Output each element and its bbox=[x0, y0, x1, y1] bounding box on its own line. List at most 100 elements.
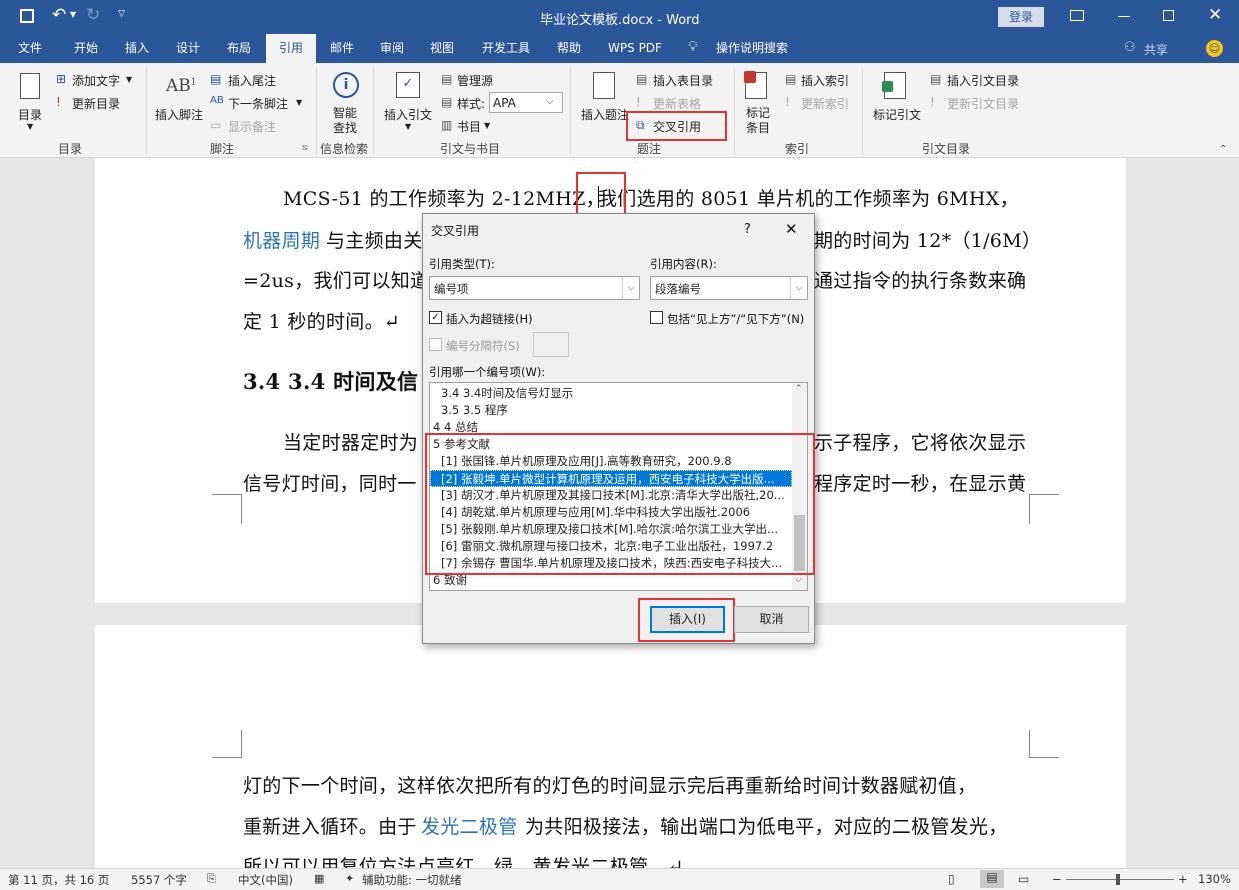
doc-heading[interactable]: 3.4 3.4 时间及信 bbox=[243, 366, 418, 396]
update-toa-button[interactable]: 更新引文目录 bbox=[947, 95, 1019, 112]
accessibility-icon[interactable]: ✦ bbox=[345, 872, 354, 885]
doc-text[interactable]: =2us，我们可以知道 bbox=[243, 266, 429, 293]
insert-toa-button[interactable]: 插入引文目录 bbox=[947, 72, 1019, 89]
hyperlink-checkbox[interactable]: ✓ bbox=[429, 311, 442, 324]
bibliography-dropdown-icon[interactable]: ▼ bbox=[484, 121, 490, 130]
zoom-level[interactable]: 130% bbox=[1198, 872, 1231, 886]
tab-layout[interactable]: 布局 bbox=[215, 34, 263, 63]
save-icon[interactable] bbox=[20, 9, 34, 23]
doc-text[interactable]: 与主频由关 bbox=[326, 226, 423, 253]
collapse-ribbon-icon[interactable]: ⌃ bbox=[1219, 144, 1227, 155]
minimize-icon[interactable] bbox=[1118, 16, 1130, 17]
doc-link[interactable]: 发光二极管 bbox=[421, 812, 518, 839]
undo-icon[interactable]: ↶ bbox=[52, 5, 66, 25]
insert-endnote-button[interactable]: 插入尾注 bbox=[228, 72, 276, 89]
ribbon-display-icon[interactable] bbox=[1070, 10, 1084, 21]
add-text-button[interactable]: 添加文字 bbox=[72, 72, 120, 89]
tab-help[interactable]: 帮助 bbox=[545, 34, 593, 63]
doc-text[interactable]: 程序定时一秒，在显示黄 bbox=[814, 469, 1026, 496]
cancel-button[interactable]: 取消 bbox=[734, 606, 809, 633]
tab-mailings[interactable]: 邮件 bbox=[318, 34, 366, 63]
doc-link[interactable]: 机器周期 bbox=[243, 226, 320, 253]
doc-text[interactable]: 为共阳极接法，输出端口为低电平，对应的二极管发光， bbox=[525, 812, 1008, 839]
list-item[interactable]: 3.4 3.4时间及信号灯显示 bbox=[430, 385, 792, 402]
tab-insert[interactable]: 插入 bbox=[113, 34, 161, 63]
mark-entry-label-2[interactable]: 条目 bbox=[746, 119, 770, 136]
insert-citation-button[interactable]: 插入引文 bbox=[384, 106, 432, 123]
tab-file[interactable]: 文件 bbox=[8, 34, 52, 63]
tab-design[interactable]: 设计 bbox=[164, 34, 212, 63]
tab-view[interactable]: 视图 bbox=[418, 34, 466, 63]
doc-text[interactable]: 我们选用的 8051 单片机的工作频率为 6MHX， bbox=[598, 184, 1019, 211]
maximize-icon[interactable] bbox=[1163, 10, 1174, 21]
read-mode-icon[interactable]: ▯ bbox=[948, 872, 955, 886]
update-index-button[interactable]: 更新索引 bbox=[801, 95, 849, 112]
footnote-dialog-launcher-icon[interactable]: ⧅ bbox=[302, 143, 308, 153]
page-count[interactable]: 第 11 页，共 16 页 bbox=[8, 872, 109, 888]
toc-dropdown-icon[interactable]: ▼ bbox=[27, 122, 33, 131]
zoom-slider[interactable] bbox=[1066, 874, 1174, 885]
tab-references[interactable]: 引用 bbox=[266, 34, 316, 63]
zoom-out-icon[interactable]: − bbox=[1052, 872, 1062, 886]
doc-text[interactable]: 信号灯时间，同时一 bbox=[243, 469, 417, 496]
bibliography-button[interactable]: 书目 bbox=[457, 118, 481, 135]
hyperlink-label[interactable]: 插入为超链接(H) bbox=[446, 311, 533, 327]
accessibility-status[interactable]: 辅助功能: 一切就绪 bbox=[362, 872, 462, 888]
doc-text[interactable]: 重新进入循环。由于 bbox=[243, 812, 417, 839]
manage-sources-button[interactable]: 管理源 bbox=[457, 72, 493, 89]
smiley-icon[interactable]: ☺ bbox=[1206, 40, 1223, 57]
toc-button[interactable]: 目录 bbox=[18, 106, 42, 123]
insert-tof-button[interactable]: 插入表目录 bbox=[653, 72, 713, 89]
doc-text[interactable]: MCS-51 的工作频率为 2-12MHZ， bbox=[283, 184, 605, 211]
update-table-button[interactable]: 更新表格 bbox=[653, 95, 701, 112]
zoom-in-icon[interactable]: + bbox=[1178, 872, 1188, 886]
print-layout-icon[interactable]: ▤ bbox=[980, 870, 1004, 888]
insert-footnote-button[interactable]: 插入脚注 bbox=[155, 106, 203, 123]
next-footnote-dropdown-icon[interactable]: ▼ bbox=[296, 98, 302, 107]
tab-developer[interactable]: 开发工具 bbox=[474, 34, 538, 63]
language[interactable]: 中文(中国) bbox=[238, 872, 293, 888]
update-toc-button[interactable]: 更新目录 bbox=[72, 95, 120, 112]
word-count[interactable]: 5557 个字 bbox=[131, 872, 187, 888]
proofing-icon[interactable]: ⎘ bbox=[207, 872, 216, 886]
doc-text[interactable]: 灯的下一个时间，这样依次把所有的灯色的时间显示完后再重新给时间计数器赋初值， bbox=[243, 771, 976, 798]
help-button[interactable]: ? bbox=[744, 222, 751, 237]
tab-review[interactable]: 审阅 bbox=[368, 34, 416, 63]
customize-qat-icon[interactable]: ▽ bbox=[118, 9, 125, 19]
doc-text[interactable]: 当定时器定时为 bbox=[283, 428, 418, 455]
above-below-checkbox[interactable] bbox=[650, 311, 663, 324]
insert-caption-button[interactable]: 插入题注 bbox=[581, 106, 629, 123]
tab-wps-pdf[interactable]: WPS PDF bbox=[600, 34, 670, 63]
ref-type-select[interactable]: 编号项 ⌵ bbox=[429, 276, 640, 300]
tab-home[interactable]: 开始 bbox=[62, 34, 110, 63]
redo-icon[interactable]: ↻ bbox=[86, 5, 100, 25]
smart-lookup-label-2[interactable]: 查找 bbox=[333, 119, 357, 136]
web-layout-icon[interactable]: ▭ bbox=[1018, 872, 1029, 886]
undo-dropdown-icon[interactable]: ▼ bbox=[70, 10, 76, 19]
doc-text[interactable]: 示子程序，它将依次显示 bbox=[814, 428, 1026, 455]
add-text-dropdown-icon[interactable]: ▼ bbox=[126, 75, 132, 84]
dialog-close-icon[interactable]: ✕ bbox=[785, 220, 798, 238]
close-icon[interactable]: ✕ bbox=[1208, 5, 1222, 25]
share-icon[interactable]: ⚇ bbox=[1124, 40, 1136, 55]
show-notes-button[interactable]: 显示备注 bbox=[228, 118, 276, 135]
scroll-up-icon[interactable]: ⌃ bbox=[795, 384, 803, 394]
mark-citation-button[interactable]: 标记引文 bbox=[873, 106, 921, 123]
next-footnote-button[interactable]: 下一条脚注 bbox=[228, 95, 288, 112]
zoom-slider-thumb[interactable] bbox=[1116, 874, 1120, 885]
insert-citation-dropdown-icon[interactable]: ▼ bbox=[405, 122, 411, 131]
doc-text[interactable]: 定 1 秒的时间。↵ bbox=[243, 307, 400, 334]
list-item[interactable]: 3.5 3.5 程序 bbox=[430, 402, 792, 419]
doc-text[interactable]: 期的时间为 12*（1/6M） bbox=[814, 226, 1041, 253]
share-button[interactable]: 共享 bbox=[1144, 41, 1168, 58]
mark-entry-icon bbox=[744, 71, 767, 99]
above-below-label[interactable]: 包括“见上方”/“见下方”(N) bbox=[667, 311, 804, 327]
login-button[interactable]: 登录 bbox=[998, 7, 1044, 27]
ref-content-select[interactable]: 段落编号 ⌵ bbox=[650, 276, 808, 300]
insert-index-button[interactable]: 插入索引 bbox=[801, 72, 849, 89]
macro-icon[interactable]: ▦ bbox=[314, 872, 324, 885]
doc-text[interactable]: 通过指令的执行条数来确 bbox=[814, 266, 1026, 293]
style-select[interactable]: APA ⌵ bbox=[489, 92, 563, 113]
scroll-down-icon[interactable]: ⌵ bbox=[795, 575, 802, 585]
tell-me-search[interactable]: 操作说明搜索 bbox=[712, 34, 792, 63]
